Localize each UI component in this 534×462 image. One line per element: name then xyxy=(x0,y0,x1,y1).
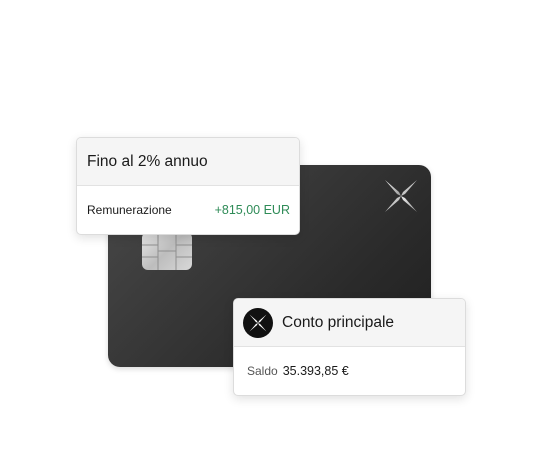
remuneration-row: Remunerazione +815,00 EUR xyxy=(77,186,299,234)
account-title: Conto principale xyxy=(282,313,395,331)
remuneration-label: Remunerazione xyxy=(87,203,172,217)
x-logo-icon xyxy=(243,307,273,338)
account-panel: Conto principale Saldo 35.393,85 € xyxy=(233,298,466,396)
balance-label: Saldo xyxy=(247,364,278,378)
balance-value: 35.393,85 € xyxy=(282,364,349,378)
rate-panel-header: Fino al 2% annuo xyxy=(77,138,299,186)
card-chip-icon xyxy=(142,232,192,270)
remuneration-value: +815,00 EUR xyxy=(214,203,290,217)
rate-title: Fino al 2% annuo xyxy=(87,152,208,170)
account-panel-header: Conto principale xyxy=(234,299,465,347)
card-logo-icon xyxy=(385,180,417,212)
balance-row: Saldo 35.393,85 € xyxy=(234,347,465,395)
interest-rate-panel: Fino al 2% annuo Remunerazione +815,00 E… xyxy=(76,137,300,235)
